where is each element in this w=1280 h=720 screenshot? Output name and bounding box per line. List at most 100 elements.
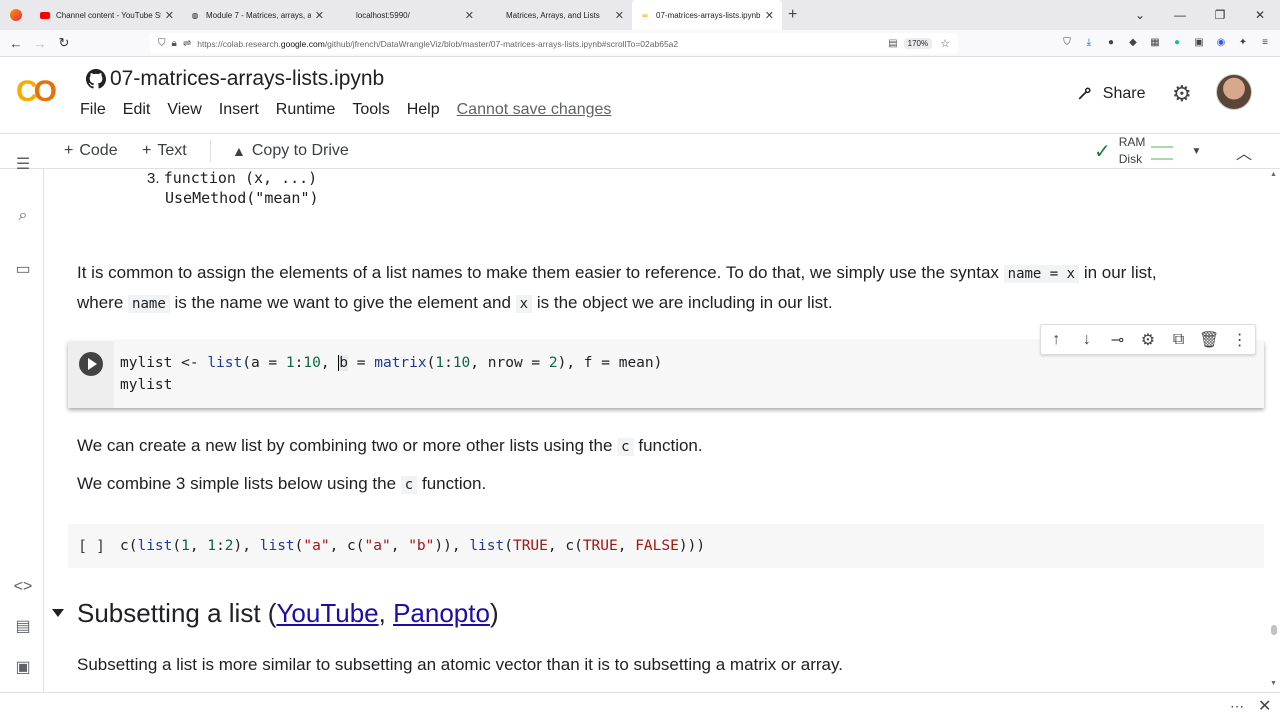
cell-settings-icon[interactable]: ⚙ <box>1136 330 1160 350</box>
downloads-icon[interactable]: ⤓ <box>1082 35 1096 49</box>
close-tab-icon[interactable]: ✕ <box>165 9 174 22</box>
reader-mode-icon[interactable]: ▤ <box>888 38 897 49</box>
youtube-link[interactable]: YouTube <box>276 598 378 628</box>
close-panel-icon[interactable]: ✕ <box>1258 696 1271 716</box>
resources-dropdown-icon[interactable]: ▼ <box>1191 146 1201 157</box>
add-code-label: Code <box>79 142 118 159</box>
extension-blocks-icon[interactable]: ▦ <box>1148 35 1162 49</box>
settings-gear-icon[interactable]: ⚙ <box>1172 81 1192 107</box>
url-text[interactable]: https://colab.research.google.com/github… <box>197 39 888 49</box>
add-code-button[interactable]: + Code <box>64 142 118 160</box>
code-editor[interactable]: mylist <- list(a = 1:10, b = matrix(1:10… <box>120 352 662 396</box>
code-snippets-icon[interactable]: <> <box>12 576 34 598</box>
ram-bar <box>1151 146 1174 148</box>
terminal-icon[interactable]: ▣ <box>12 656 34 678</box>
extension-circle-icon[interactable]: ◉ <box>1214 35 1228 49</box>
browser-tab-colab[interactable]: ∞ 07-matrices-arrays-lists.ipynb ✕ <box>632 0 782 30</box>
reload-icon[interactable]: ↻ <box>52 35 76 51</box>
more-icon[interactable]: ⋯ <box>1230 698 1244 715</box>
restore-icon[interactable]: ❐ <box>1200 8 1240 22</box>
extension-tag-icon[interactable]: ◆ <box>1126 35 1140 49</box>
scroll-down-icon[interactable]: ▼ <box>1270 680 1277 687</box>
move-cell-down-icon[interactable]: ↓ <box>1075 331 1099 349</box>
notebook-title-text[interactable]: 07-matrices-arrays-lists.ipynb <box>110 67 384 91</box>
resources-indicator[interactable]: ✓ RAM Disk ▼ <box>1094 134 1201 168</box>
window-controls: ⌄ — ❐ ✕ <box>1120 0 1280 30</box>
colab-icon: ∞ <box>642 10 648 20</box>
execution-count-bracket[interactable]: [ ] <box>78 537 105 555</box>
close-tab-icon[interactable]: ✕ <box>315 9 324 22</box>
menu-file[interactable]: File <box>80 101 106 119</box>
scroll-up-icon[interactable]: ▲ <box>1270 171 1277 178</box>
run-cell-button[interactable] <box>79 352 103 376</box>
url-bar[interactable]: ⛉ 🔒︎ ⇌ https://colab.research.google.com… <box>150 33 958 54</box>
avatar[interactable] <box>1216 74 1252 110</box>
menu-help[interactable]: Help <box>407 101 440 119</box>
minimize-icon[interactable]: — <box>1160 8 1200 22</box>
add-text-button[interactable]: + Text <box>142 142 187 160</box>
section-heading: Subsetting a list (YouTube, Panopto) <box>77 598 499 629</box>
firefox-icon[interactable] <box>10 9 22 21</box>
move-cell-up-icon[interactable]: ↑ <box>1044 331 1068 349</box>
paragraph-text: function. <box>421 474 487 493</box>
grammarly-icon[interactable]: ● <box>1170 35 1184 49</box>
delete-cell-icon[interactable]: 🗑︎ <box>1197 330 1221 350</box>
resource-labels: RAM Disk <box>1119 134 1146 168</box>
more-options-icon[interactable]: ⋮ <box>1228 330 1252 350</box>
search-icon[interactable]: ⌕ <box>12 205 34 227</box>
new-tab-icon[interactable]: + <box>788 6 797 24</box>
table-of-contents-icon[interactable]: ☰ <box>12 153 34 175</box>
plus-icon: + <box>64 142 74 159</box>
inline-code: name <box>128 295 170 313</box>
copy-to-drive-button[interactable]: ▲ Copy to Drive <box>232 142 349 160</box>
permissions-icon[interactable]: ⇌ <box>183 38 191 49</box>
shield-icon[interactable]: ⛉ <box>158 38 166 49</box>
browser-tab-youtube[interactable]: Channel content - YouTube Stu ✕ <box>32 0 182 30</box>
browser-tab-matrices[interactable]: Matrices, Arrays, and Lists ✕ <box>482 0 632 30</box>
browser-tab-localhost[interactable]: localhost:5990/ ✕ <box>332 0 482 30</box>
browser-tab-module7[interactable]: ◍ Module 7 - Matrices, arrays, an ✕ <box>182 0 332 30</box>
extension-box-icon[interactable]: ▣ <box>1192 35 1206 49</box>
command-palette-icon[interactable]: ▤ <box>12 615 34 637</box>
drive-icon: ▲ <box>232 143 246 159</box>
collapse-section-icon[interactable] <box>52 609 64 617</box>
zoom-level[interactable]: 170% <box>903 38 933 49</box>
menu-tools[interactable]: Tools <box>352 101 389 119</box>
menu-edit[interactable]: Edit <box>123 101 151 119</box>
canvas-icon: ◍ <box>191 10 199 20</box>
menu-view[interactable]: View <box>167 101 201 119</box>
extension-icons: ⛉ ⤓ ● ◆ ▦ ● ▣ ◉ ✦ ≡ <box>1060 35 1272 49</box>
vertical-scrollbar[interactable]: ▲ ▼ <box>1268 169 1280 692</box>
close-tab-icon[interactable]: ✕ <box>465 9 474 22</box>
notebook-title[interactable]: 07-matrices-arrays-lists.ipynb <box>86 67 384 91</box>
paragraph-text: It is common to assign the elements of a… <box>77 263 999 282</box>
mirror-cell-icon[interactable]: ⧉ <box>1167 331 1191 349</box>
menu-insert[interactable]: Insert <box>219 101 259 119</box>
back-icon[interactable]: ← <box>4 36 28 51</box>
menu-icon[interactable]: ≡ <box>1258 35 1272 49</box>
copy-to-drive-label: Copy to Drive <box>251 142 349 159</box>
share-button[interactable]: ⊸ Share <box>1071 80 1145 107</box>
panopto-link[interactable]: Panopto <box>393 598 490 628</box>
code-editor[interactable]: c(list(1, 1:2), list("a", c("a", "b")), … <box>120 535 705 557</box>
code-cell[interactable]: [ ] c(list(1, 1:2), list("a", c("a", "b"… <box>68 524 1264 568</box>
files-folder-icon[interactable]: ▭ <box>12 258 34 280</box>
link-to-cell-icon[interactable]: ⊸ <box>1105 330 1129 350</box>
scrollbar-thumb[interactable] <box>1271 625 1277 635</box>
bookmark-star-icon[interactable]: ☆ <box>940 37 950 50</box>
close-window-icon[interactable]: ✕ <box>1240 8 1280 22</box>
cannot-save-link[interactable]: Cannot save changes <box>457 101 612 119</box>
forward-icon[interactable]: → <box>28 36 52 51</box>
colab-logo[interactable]: CO <box>16 75 66 109</box>
pocket-icon[interactable]: ⛉ <box>1060 35 1074 49</box>
extensions-puzzle-icon[interactable]: ✦ <box>1236 35 1250 49</box>
extension-dark-icon[interactable]: ● <box>1104 35 1118 49</box>
tab-list-icon[interactable]: ⌄ <box>1120 8 1160 22</box>
inline-code: name = x <box>1003 265 1080 283</box>
collapse-header-icon[interactable]: ︿ <box>1236 140 1252 164</box>
close-tab-icon[interactable]: ✕ <box>615 9 624 22</box>
heading-text: ) <box>489 598 499 628</box>
close-tab-icon[interactable]: ✕ <box>765 9 774 22</box>
menu-runtime[interactable]: Runtime <box>276 101 336 119</box>
lock-icon[interactable]: 🔒︎ <box>172 38 177 49</box>
